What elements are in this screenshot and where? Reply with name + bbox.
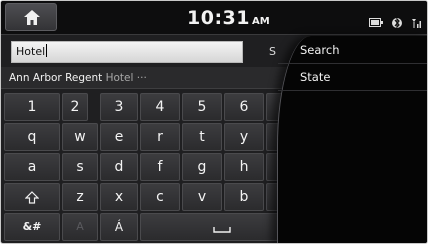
key-r[interactable]: r <box>140 123 180 151</box>
clock-time: 10:31 <box>187 7 250 29</box>
key-5[interactable]: 5 <box>182 93 222 121</box>
text-caret <box>46 44 48 57</box>
key-z[interactable]: z <box>62 183 98 211</box>
shift-arrow-icon <box>25 190 39 204</box>
key-g[interactable]: g <box>182 153 222 181</box>
space-bar-icon <box>213 227 231 233</box>
suggestion-ellipsis: ··· <box>136 72 147 84</box>
key-d[interactable]: d <box>100 153 138 181</box>
key-x[interactable]: x <box>100 183 138 211</box>
symbols-key[interactable]: &# <box>4 213 60 241</box>
head-unit-screen: 10:31 AM Hotel S Ann Arbor Regent Hotel … <box>0 0 428 244</box>
search-options-menu: Search State <box>277 36 427 243</box>
key-y[interactable]: y <box>224 123 264 151</box>
key-f[interactable]: f <box>140 153 180 181</box>
suggestion-secondary: Hotel <box>105 72 134 84</box>
suggestion-list: Ann Arbor Regent Hotel ··· <box>1 67 291 89</box>
lang-key-disabled: A <box>62 213 98 241</box>
key-a[interactable]: a <box>4 153 60 181</box>
key-1[interactable]: 1 <box>4 93 60 121</box>
key-3[interactable]: 3 <box>100 93 138 121</box>
key-h[interactable]: h <box>224 153 264 181</box>
menu-item-search[interactable]: Search <box>278 37 427 64</box>
signal-icon <box>412 18 421 28</box>
key-c[interactable]: c <box>140 183 180 211</box>
key-q[interactable]: q <box>4 123 60 151</box>
key-b[interactable]: b <box>224 183 264 211</box>
key-v[interactable]: v <box>182 183 222 211</box>
battery-icon <box>368 18 383 27</box>
accent-key[interactable]: Á <box>100 213 138 241</box>
key-6[interactable]: 6 <box>224 93 264 121</box>
suggestion-primary: Ann Arbor Regent <box>9 72 103 84</box>
shift-key[interactable] <box>4 183 60 211</box>
key-w[interactable]: w <box>62 123 98 151</box>
status-icons <box>366 12 423 31</box>
key-t[interactable]: t <box>182 123 222 151</box>
status-bar: 10:31 AM <box>1 1 427 35</box>
home-icon <box>24 10 40 25</box>
key-e[interactable]: e <box>100 123 138 151</box>
search-button-peek[interactable]: S <box>269 45 276 58</box>
home-button[interactable] <box>5 3 57 31</box>
key-s[interactable]: s <box>62 153 98 181</box>
key-2[interactable]: 2 <box>62 93 88 121</box>
clock-ampm: AM <box>251 16 270 27</box>
bluetooth-phone-icon <box>391 17 402 28</box>
suggestion-item[interactable]: Ann Arbor Regent Hotel ··· <box>9 69 149 87</box>
clock: 10:31 AM <box>187 7 270 29</box>
menu-item-state[interactable]: State <box>278 64 427 91</box>
search-input[interactable]: Hotel <box>11 41 243 63</box>
key-4[interactable]: 4 <box>140 93 180 121</box>
search-input-value: Hotel <box>16 45 46 58</box>
